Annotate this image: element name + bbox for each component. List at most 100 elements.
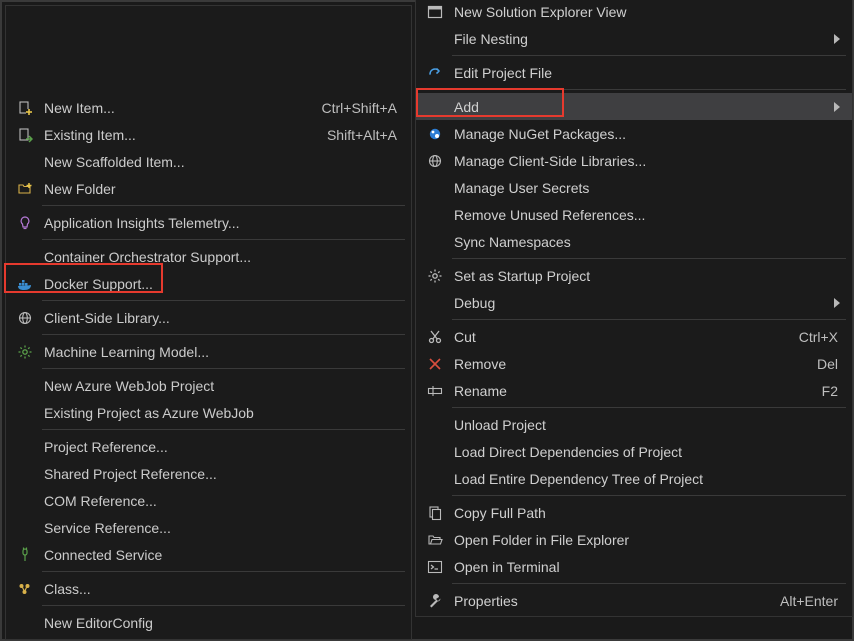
menu-label: COM Reference... <box>38 493 403 509</box>
redo-icon <box>422 63 448 83</box>
terminal-icon <box>422 557 448 577</box>
menu-label: Project Reference... <box>38 439 403 455</box>
menu-label: New EditorConfig <box>38 615 403 631</box>
menu-item-remove[interactable]: Remove Del <box>416 350 852 377</box>
gear-icon <box>422 266 448 286</box>
menu-item-shared-project-reference[interactable]: Shared Project Reference... <box>6 460 411 487</box>
menu-shortcut: Alt+Enter <box>768 593 844 609</box>
open-folder-icon <box>422 530 448 550</box>
menu-label: Copy Full Path <box>448 505 844 521</box>
menu-label: File Nesting <box>448 31 830 47</box>
menu-item-file-nesting[interactable]: File Nesting <box>416 25 852 52</box>
menu-label: Service Reference... <box>38 520 403 536</box>
menu-label: Existing Project as Azure WebJob <box>38 405 403 421</box>
connected-service-icon <box>12 545 38 565</box>
docker-icon <box>12 274 38 294</box>
menu-item-connected-service[interactable]: Connected Service <box>6 541 411 568</box>
submenu-arrow-icon <box>830 298 844 308</box>
menu-separator <box>452 319 846 320</box>
menu-separator <box>42 571 405 572</box>
menu-label: Container Orchestrator Support... <box>38 249 403 265</box>
menu-item-ml-model[interactable]: Machine Learning Model... <box>6 338 411 365</box>
menu-item-manage-client-side[interactable]: Manage Client-Side Libraries... <box>416 147 852 174</box>
menu-separator <box>42 429 405 430</box>
new-item-icon <box>12 98 38 118</box>
menu-item-new-scaffolded[interactable]: New Scaffolded Item... <box>6 148 411 175</box>
submenu-arrow-icon <box>830 34 844 44</box>
menu-item-existing-azure-webjob[interactable]: Existing Project as Azure WebJob <box>6 399 411 426</box>
menu-item-new-item[interactable]: New Item... Ctrl+Shift+A <box>6 94 411 121</box>
menu-label: Edit Project File <box>448 65 844 81</box>
menu-label: Set as Startup Project <box>448 268 844 284</box>
menu-label: Rename <box>448 383 810 399</box>
menu-label: New Azure WebJob Project <box>38 378 403 394</box>
menu-item-class[interactable]: Class... <box>6 575 411 602</box>
scissors-icon <box>422 327 448 347</box>
menu-label: Add <box>448 99 830 115</box>
menu-shortcut: F2 <box>810 383 844 399</box>
wrench-icon <box>422 591 448 611</box>
menu-item-new-folder[interactable]: New Folder <box>6 175 411 202</box>
menu-shortcut: Shift+Alt+A <box>315 127 403 143</box>
menu-separator <box>42 239 405 240</box>
menu-item-load-entire-deps[interactable]: Load Entire Dependency Tree of Project <box>416 465 852 492</box>
ml-icon <box>12 342 38 362</box>
menu-item-copy-full-path[interactable]: Copy Full Path <box>416 499 852 526</box>
lightbulb-icon <box>12 213 38 233</box>
menu-item-add[interactable]: Add <box>416 93 852 120</box>
menu-item-existing-item[interactable]: Existing Item... Shift+Alt+A <box>6 121 411 148</box>
menu-label: Remove <box>448 356 805 372</box>
menu-item-manage-user-secrets[interactable]: Manage User Secrets <box>416 174 852 201</box>
menu-item-app-insights[interactable]: Application Insights Telemetry... <box>6 209 411 236</box>
menu-item-manage-nuget[interactable]: Manage NuGet Packages... <box>416 120 852 147</box>
menu-label: Class... <box>38 581 403 597</box>
menu-item-new-solution-explorer[interactable]: New Solution Explorer View <box>416 0 852 25</box>
menu-item-service-reference[interactable]: Service Reference... <box>6 514 411 541</box>
menu-item-debug[interactable]: Debug <box>416 289 852 316</box>
class-icon <box>12 579 38 599</box>
menu-label: Sync Namespaces <box>448 234 844 250</box>
submenu-arrow-icon <box>830 102 844 112</box>
menu-item-rename[interactable]: Rename F2 <box>416 377 852 404</box>
menu-label: Cut <box>448 329 787 345</box>
context-menu-parent: New Solution Explorer View File Nesting … <box>415 0 853 617</box>
menu-separator <box>452 407 846 408</box>
menu-separator <box>452 495 846 496</box>
menu-item-cut[interactable]: Cut Ctrl+X <box>416 323 852 350</box>
menu-label: Manage User Secrets <box>448 180 844 196</box>
menu-item-load-direct-deps[interactable]: Load Direct Dependencies of Project <box>416 438 852 465</box>
menu-item-remove-unused-refs[interactable]: Remove Unused References... <box>416 201 852 228</box>
menu-label: Application Insights Telemetry... <box>38 215 403 231</box>
menu-shortcut: Ctrl+Shift+A <box>310 100 403 116</box>
delete-icon <box>422 354 448 374</box>
menu-item-project-reference[interactable]: Project Reference... <box>6 433 411 460</box>
menu-separator <box>452 583 846 584</box>
menu-item-unload-project[interactable]: Unload Project <box>416 411 852 438</box>
menu-item-client-side-library[interactable]: Client-Side Library... <box>6 304 411 331</box>
menu-label: Remove Unused References... <box>448 207 844 223</box>
menu-label: Debug <box>448 295 830 311</box>
menu-item-container-orchestrator[interactable]: Container Orchestrator Support... <box>6 243 411 270</box>
menu-item-set-startup[interactable]: Set as Startup Project <box>416 262 852 289</box>
menu-item-com-reference[interactable]: COM Reference... <box>6 487 411 514</box>
menu-label: Connected Service <box>38 547 403 563</box>
existing-item-icon <box>12 125 38 145</box>
menu-item-sync-namespaces[interactable]: Sync Namespaces <box>416 228 852 255</box>
menu-separator <box>42 205 405 206</box>
globe-icon <box>12 308 38 328</box>
menu-item-open-terminal[interactable]: Open in Terminal <box>416 553 852 580</box>
menu-shortcut: Ctrl+X <box>787 329 844 345</box>
menu-label: Load Entire Dependency Tree of Project <box>448 471 844 487</box>
menu-item-properties[interactable]: Properties Alt+Enter <box>416 587 852 614</box>
menu-shortcut: Del <box>805 356 844 372</box>
menu-item-edit-project-file[interactable]: Edit Project File <box>416 59 852 86</box>
menu-item-new-editorconfig[interactable]: New EditorConfig <box>6 609 411 636</box>
menu-separator <box>42 368 405 369</box>
menu-label: Load Direct Dependencies of Project <box>448 444 844 460</box>
menu-item-new-azure-webjob[interactable]: New Azure WebJob Project <box>6 372 411 399</box>
menu-separator <box>42 334 405 335</box>
menu-item-open-folder[interactable]: Open Folder in File Explorer <box>416 526 852 553</box>
menu-separator <box>452 89 846 90</box>
menu-separator <box>452 55 846 56</box>
menu-item-docker-support[interactable]: Docker Support... <box>6 270 411 297</box>
